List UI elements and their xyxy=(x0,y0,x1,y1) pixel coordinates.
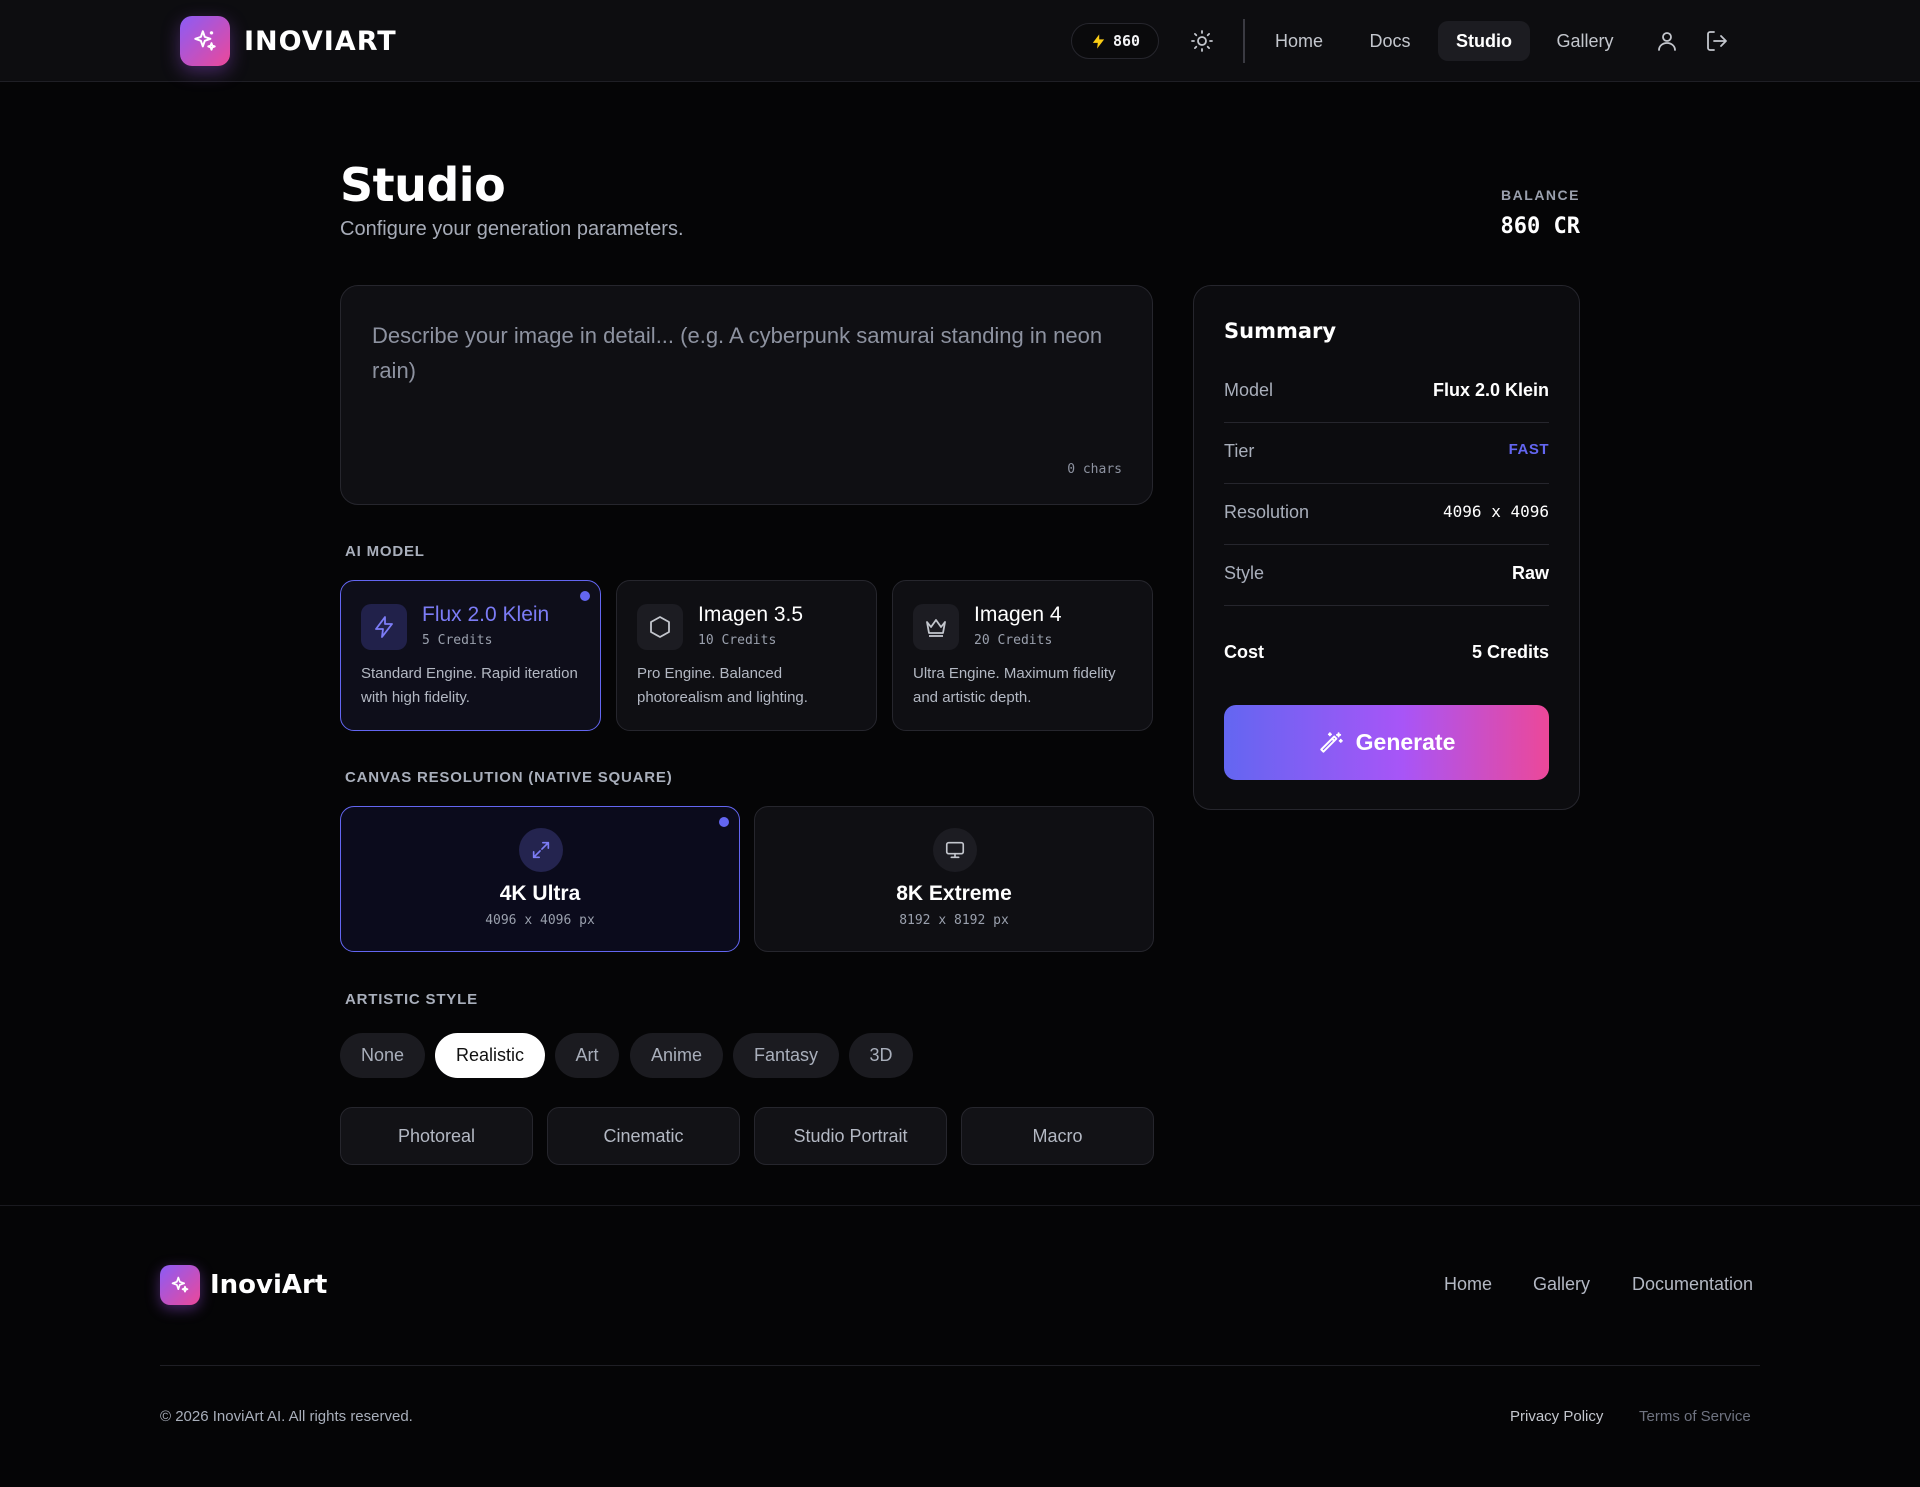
model-card-imagen-4[interactable]: Imagen 4 20 Credits Ultra Engine. Maximu… xyxy=(892,580,1153,731)
terms-of-service-link[interactable]: Terms of Service xyxy=(1639,1408,1751,1425)
style-tab-realistic[interactable]: Realistic xyxy=(435,1033,545,1078)
selected-indicator-dot xyxy=(719,817,729,827)
summary-title: Summary xyxy=(1224,319,1337,343)
copyright-text: © 2026 InoviArt AI. All rights reserved. xyxy=(160,1408,413,1425)
resolution-card-8k[interactable]: 8K Extreme 8192 x 8192 px xyxy=(754,806,1154,952)
model-description: Ultra Engine. Maximum fidelity and artis… xyxy=(913,665,1116,706)
hexagon-icon xyxy=(637,604,683,650)
model-name: Flux 2.0 Klein xyxy=(422,603,550,626)
nav-studio[interactable]: Studio xyxy=(1438,21,1530,61)
page-subtitle: Configure your generation parameters. xyxy=(340,218,684,240)
preset-cinematic[interactable]: Cinematic xyxy=(547,1107,740,1165)
nav-divider xyxy=(1243,19,1245,63)
monitor-icon xyxy=(933,828,977,872)
artistic-style-label: ARTISTIC STYLE xyxy=(345,991,478,1008)
resolution-label: CANVAS RESOLUTION (NATIVE SQUARE) xyxy=(345,769,673,786)
summary-row-style: Style Raw xyxy=(1224,545,1549,606)
model-name: Imagen 3.5 xyxy=(698,603,804,626)
summary-key: Model xyxy=(1224,380,1274,400)
nav-docs[interactable]: Docs xyxy=(1352,21,1428,61)
footer-link-gallery[interactable]: Gallery xyxy=(1533,1274,1590,1295)
nav-home[interactable]: Home xyxy=(1262,21,1336,61)
char-counter: 0 chars xyxy=(1067,462,1122,477)
sparkle-logo-icon xyxy=(160,1265,200,1305)
preset-photoreal[interactable]: Photoreal xyxy=(340,1107,533,1165)
style-tab-3d[interactable]: 3D xyxy=(849,1033,913,1078)
prompt-placeholder: Describe your image in detail... (e.g. A… xyxy=(372,323,1103,383)
cost-value: 5 Credits xyxy=(1471,642,1549,662)
user-profile-icon[interactable] xyxy=(1650,24,1684,58)
summary-key: Tier xyxy=(1224,441,1255,461)
style-tab-fantasy[interactable]: Fantasy xyxy=(733,1033,839,1078)
selected-indicator-dot xyxy=(580,591,590,601)
magic-wand-icon xyxy=(1319,731,1343,753)
generate-button[interactable]: Generate xyxy=(1224,705,1549,780)
summary-row-model: Model Flux 2.0 Klein xyxy=(1224,362,1549,423)
ai-model-label: AI MODEL xyxy=(345,543,425,560)
model-credits: 5 Credits xyxy=(422,633,493,648)
page-title: Studio xyxy=(340,158,506,212)
bolt-icon xyxy=(1092,33,1105,49)
model-credits: 20 Credits xyxy=(974,633,1053,648)
brand-logo[interactable]: INOVIART xyxy=(180,16,397,66)
footer-brand[interactable]: InoviArt xyxy=(160,1265,327,1305)
footer-link-documentation[interactable]: Documentation xyxy=(1632,1274,1753,1295)
brand-name: INOVIART xyxy=(244,25,397,57)
resolution-pixels: 4096 x 4096 px xyxy=(485,913,595,928)
bolt-icon xyxy=(361,604,407,650)
style-tab-anime[interactable]: Anime xyxy=(630,1033,723,1078)
summary-key: Resolution xyxy=(1224,502,1310,522)
crown-icon xyxy=(913,604,959,650)
prompt-textarea[interactable]: Describe your image in detail... (e.g. A… xyxy=(340,285,1153,505)
resolution-name: 8K Extreme xyxy=(896,882,1012,905)
model-name: Imagen 4 xyxy=(974,603,1062,626)
balance-value: 860 CR xyxy=(1500,214,1580,239)
footer-divider xyxy=(160,1365,1760,1366)
footer-link-home[interactable]: Home xyxy=(1444,1274,1492,1295)
summary-value: Flux 2.0 Klein xyxy=(1432,380,1549,400)
resolution-name: 4K Ultra xyxy=(499,882,581,905)
theme-toggle-sun-icon[interactable] xyxy=(1185,24,1219,58)
logout-icon[interactable] xyxy=(1700,24,1734,58)
summary-value: Raw xyxy=(1511,563,1549,583)
model-description: Standard Engine. Rapid iteration with hi… xyxy=(361,665,578,706)
model-description: Pro Engine. Balanced photorealism and li… xyxy=(637,665,808,706)
cost-label: Cost xyxy=(1224,642,1264,662)
summary-row-tier: Tier FAST xyxy=(1224,423,1549,484)
summary-value: 4096 x 4096 xyxy=(1443,502,1549,521)
model-credits: 10 Credits xyxy=(698,633,777,648)
style-tab-art[interactable]: Art xyxy=(555,1033,619,1078)
model-card-imagen-3-5[interactable]: Imagen 3.5 10 Credits Pro Engine. Balanc… xyxy=(616,580,877,731)
summary-row-resolution: Resolution 4096 x 4096 xyxy=(1224,484,1549,545)
resolution-pixels: 8192 x 8192 px xyxy=(899,913,1009,928)
footer-brand-name: InoviArt xyxy=(210,1270,328,1300)
preset-studio-portrait[interactable]: Studio Portrait xyxy=(754,1107,947,1165)
generate-label: Generate xyxy=(1355,729,1456,755)
credit-balance-pill[interactable]: 860 xyxy=(1071,23,1159,59)
style-tab-none[interactable]: None xyxy=(340,1033,425,1078)
sparkle-logo-icon xyxy=(180,16,230,66)
nav-gallery[interactable]: Gallery xyxy=(1545,21,1625,61)
balance-label: BALANCE xyxy=(1501,187,1580,203)
model-card-flux[interactable]: Flux 2.0 Klein 5 Credits Standard Engine… xyxy=(340,580,601,731)
summary-key: Style xyxy=(1224,563,1265,583)
privacy-policy-link[interactable]: Privacy Policy xyxy=(1510,1408,1603,1425)
tier-badge: FAST xyxy=(1508,441,1549,458)
preset-macro[interactable]: Macro xyxy=(961,1107,1154,1165)
resolution-card-4k[interactable]: 4K Ultra 4096 x 4096 px xyxy=(340,806,740,952)
expand-icon xyxy=(519,828,563,872)
credit-count: 860 xyxy=(1112,32,1141,50)
top-navbar: INOVIART 860 Home Docs Studio Gallery xyxy=(0,0,1920,82)
footer-divider-top xyxy=(0,1205,1920,1206)
summary-panel: Summary Model Flux 2.0 Klein Tier FAST R… xyxy=(1193,285,1580,810)
